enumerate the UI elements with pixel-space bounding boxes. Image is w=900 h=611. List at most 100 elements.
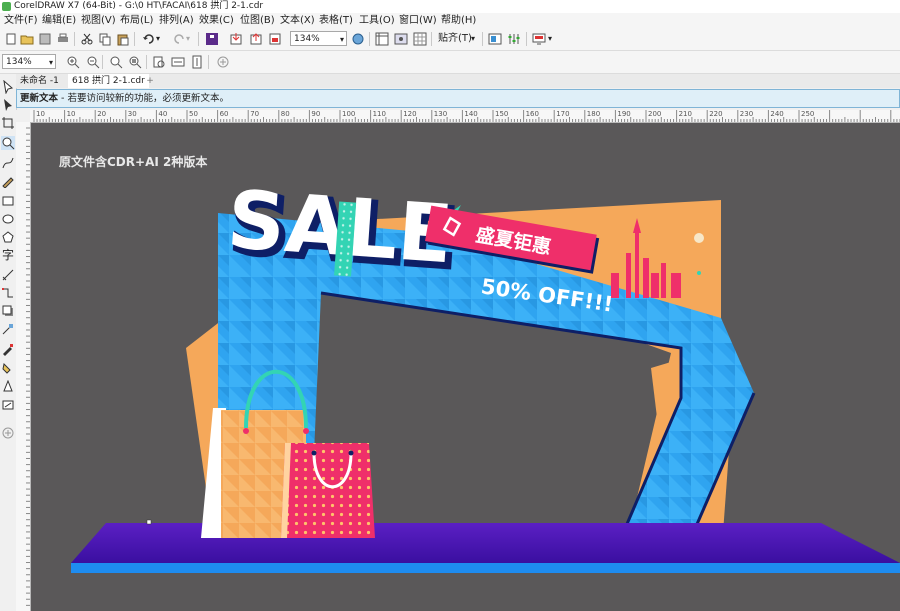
infobar-title[interactable]: 更新文本 (17, 93, 58, 104)
undo-icon[interactable] (142, 32, 156, 46)
welcome-screen-icon[interactable] (488, 32, 502, 46)
export-icon[interactable] (249, 32, 263, 46)
ruler-tick-label: 70 (250, 110, 260, 118)
artistic-media-tool-icon[interactable] (1, 174, 15, 189)
zoom-level-value: 134% (294, 34, 320, 44)
zoom-page-height-icon[interactable] (190, 55, 204, 69)
publish-pdf-icon[interactable] (268, 32, 282, 46)
menu-layout[interactable]: 布局(L) (120, 13, 153, 28)
zoom-tool-icon[interactable] (1, 136, 15, 150)
search-content-icon[interactable] (205, 32, 219, 46)
zoom-selected-icon[interactable] (109, 55, 123, 69)
chevron-down-icon[interactable]: ▾ (548, 32, 552, 46)
ruler-origin[interactable] (16, 110, 30, 122)
menu-file[interactable]: 文件(F) (4, 13, 38, 28)
ruler-tick-label: 60 (219, 110, 229, 118)
menu-help[interactable]: 帮助(H) (441, 13, 476, 28)
ruler-tick-label: 120 (403, 110, 417, 118)
zoom-in-icon[interactable] (66, 55, 80, 69)
doc-tab-618-arch[interactable]: 618 拱门 2-1.cdr (68, 74, 149, 88)
vertical-ruler[interactable] (16, 122, 31, 611)
outline-pen-tool-icon[interactable] (1, 398, 15, 412)
arch-artwork[interactable]: SALE SALE 盛夏钜惠 50% OFF!!! (31, 123, 900, 611)
menu-tools[interactable]: 工具(O) (359, 13, 395, 28)
shape-tool-icon[interactable] (1, 98, 15, 112)
show-rulers-icon[interactable] (375, 32, 389, 46)
new-tab-icon[interactable]: + (144, 74, 156, 88)
ellipse-tool-icon[interactable] (1, 212, 15, 226)
menu-effects[interactable]: 效果(C) (199, 13, 234, 28)
freehand-tool-icon[interactable] (1, 156, 15, 170)
ruler-tick-label: 140 (464, 110, 478, 118)
paste-icon[interactable] (116, 32, 130, 46)
doc-tab-untitled[interactable]: 未命名 -1 (16, 74, 63, 88)
ruler-tick-label: 100 (342, 110, 356, 118)
menu-bitmaps[interactable]: 位图(B) (240, 13, 275, 28)
window-title: CorelDRAW X7 (64-Bit) - G:\0 HT\FACAI\61… (14, 1, 264, 11)
zoom-page-width-icon[interactable] (171, 55, 185, 69)
options-icon[interactable] (507, 32, 521, 46)
import-icon[interactable] (229, 32, 243, 46)
add-tool-icon[interactable] (1, 426, 15, 440)
connector-tool-icon[interactable] (1, 286, 15, 300)
undo-dropdown-icon[interactable]: ▾ (156, 32, 164, 46)
menu-window[interactable]: 窗口(W) (399, 13, 437, 28)
menu-text[interactable]: 文本(X) (280, 13, 315, 28)
infobar-message: - 若要访问较新的功能，必须更新文本。 (61, 93, 229, 104)
save-icon[interactable] (38, 32, 52, 46)
menu-table[interactable]: 表格(T) (319, 13, 353, 28)
floor-edge (71, 563, 900, 573)
interactive-fill-tool-icon[interactable] (1, 360, 15, 374)
menu-bar: 文件(F) 编辑(E) 视图(V) 布局(L) 排列(A) 效果(C) 位图(B… (0, 13, 900, 28)
ruler-tick-label: 40 (158, 110, 168, 118)
selection-handle (146, 519, 152, 525)
text-tool-icon[interactable]: 字 (1, 248, 15, 262)
update-text-infobar: 更新文本 - 若要访问较新的功能，必须更新文本。 (16, 89, 900, 108)
drop-shadow-tool-icon[interactable] (1, 304, 15, 318)
ruler-tick-label: 180 (586, 110, 601, 118)
zoom-out-icon[interactable] (86, 55, 100, 69)
zoom-level-combo[interactable]: 134% ▾ (290, 31, 347, 46)
full-screen-preview-icon[interactable] (351, 32, 365, 46)
drawing-canvas[interactable]: 原文件含CDR+AI 2种版本 盛夏钜惠 50% OFF!!! (31, 123, 900, 611)
title-bar: CorelDRAW X7 (64-Bit) - G:\0 HT\FACAI\61… (0, 0, 900, 13)
transparency-tool-icon[interactable] (1, 322, 15, 336)
ruler-tick-label: 110 (372, 110, 386, 118)
chevron-down-icon: ▾ (48, 58, 53, 67)
menu-view[interactable]: 视图(V) (81, 13, 116, 28)
pick-tool-icon[interactable] (1, 79, 15, 95)
crop-tool-icon[interactable] (1, 116, 15, 130)
snap-to-menu[interactable]: 贴齐(T) (438, 32, 472, 46)
rectangle-tool-icon[interactable] (1, 194, 15, 208)
chevron-down-icon[interactable]: ▾ (471, 32, 475, 46)
ruler-tick-label: 190 (617, 110, 631, 118)
cut-icon[interactable] (80, 32, 94, 46)
horizontal-ruler[interactable]: 10 10 20 30 40 50 60 70 80 90 100 110 120 130 140 150 16… (30, 110, 900, 123)
ruler-tick-label: 200 (648, 110, 662, 118)
print-icon[interactable] (56, 32, 70, 46)
new-document-icon[interactable] (4, 32, 18, 46)
add-icon[interactable] (216, 55, 230, 69)
ruler-tick-label: 20 (97, 110, 107, 118)
ruler-tick-label: 230 (739, 110, 754, 118)
menu-arrange[interactable]: 排列(A) (159, 13, 194, 28)
open-folder-icon[interactable] (20, 32, 34, 46)
zoom-page-icon[interactable] (152, 55, 166, 69)
ruler-tick-label: 80 (280, 110, 290, 118)
property-zoom-combo[interactable]: 134% ▾ (2, 54, 56, 69)
ruler-tick-label: 250 (801, 110, 815, 118)
show-guidelines-icon[interactable] (394, 32, 408, 46)
document-tabs: 未命名 -1 618 拱门 2-1.cdr + (16, 74, 900, 88)
ruler-tick-label: 50 (189, 110, 198, 118)
polygon-tool-icon[interactable] (1, 230, 15, 244)
smart-fill-tool-icon[interactable] (1, 379, 15, 394)
show-grid-icon[interactable] (413, 32, 427, 46)
application-launcher-icon[interactable] (532, 32, 546, 46)
zoom-all-objects-icon[interactable] (128, 55, 142, 69)
parallel-dimension-tool-icon[interactable] (1, 268, 15, 282)
redo-icon[interactable] (172, 32, 186, 46)
color-eyedropper-tool-icon[interactable] (1, 342, 15, 356)
copy-icon[interactable] (98, 32, 112, 46)
menu-edit[interactable]: 编辑(E) (42, 13, 76, 28)
redo-dropdown-icon[interactable]: ▾ (186, 32, 194, 46)
